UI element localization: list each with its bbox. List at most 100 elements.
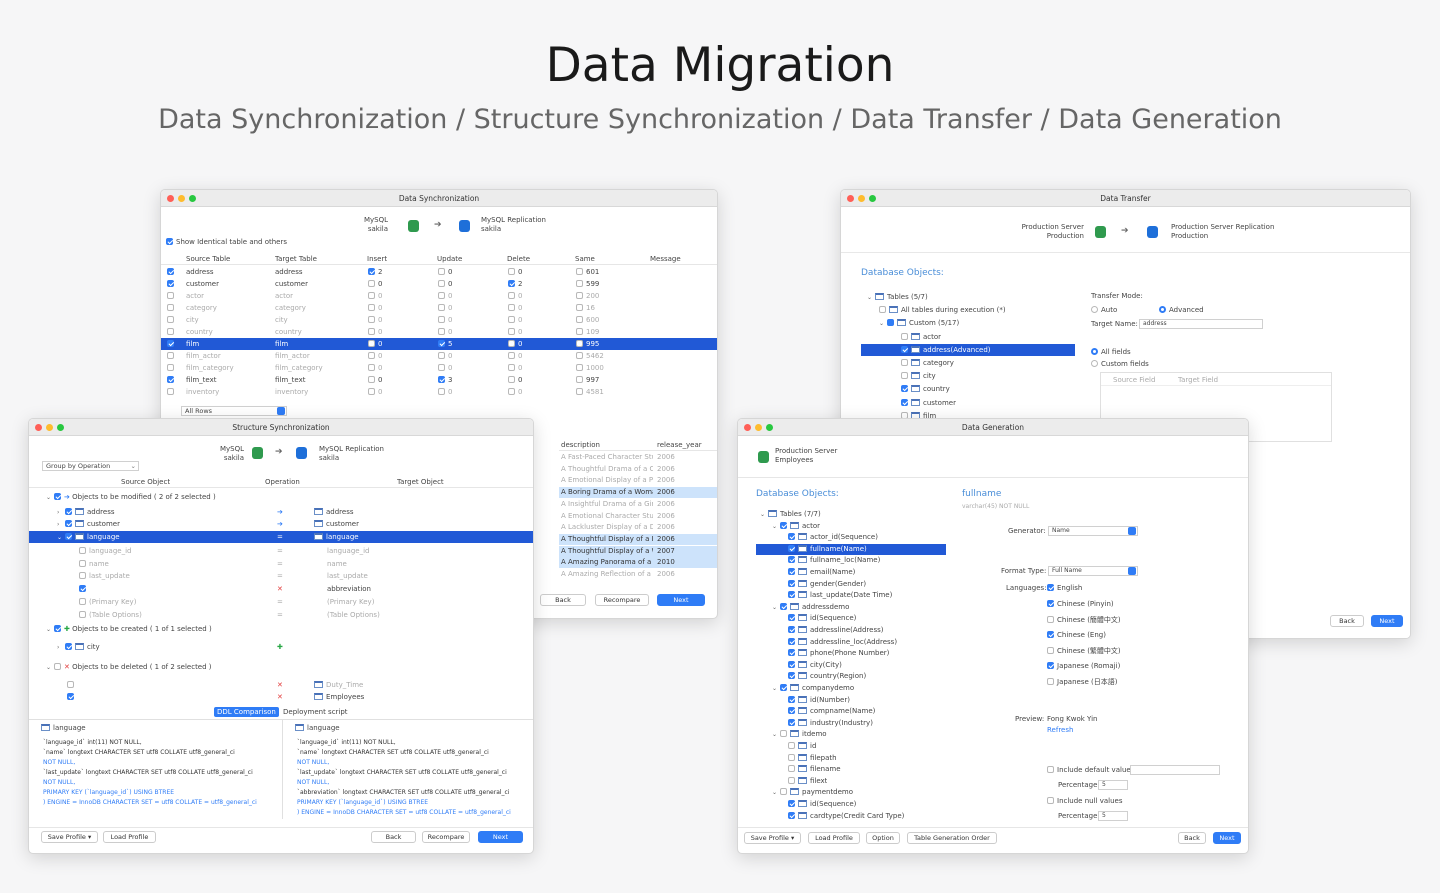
tree-item[interactable]: ⌄ itdemo: [756, 729, 946, 740]
refresh-link[interactable]: Refresh: [1047, 726, 1073, 734]
detail-row[interactable]: A Boring Drama of a Woma 2006: [559, 487, 717, 499]
tree-item[interactable]: addressline_loc(Address): [756, 637, 946, 648]
format-type-select[interactable]: Full Name: [1048, 566, 1138, 576]
tree-item[interactable]: address(Advanced): [861, 343, 1075, 356]
table-generation-order-button[interactable]: Table Generation Order: [907, 832, 997, 844]
tree-item[interactable]: filepath: [756, 753, 946, 764]
tree-row[interactable]: ✕ Employees: [29, 691, 533, 703]
detail-row[interactable]: A Amazing Panorama of a P 2010: [559, 557, 717, 569]
load-profile-button[interactable]: Load Profile: [103, 831, 156, 843]
tree-row[interactable]: › customer ➔ customer: [29, 518, 533, 530]
tree-item[interactable]: actor_id(Sequence): [756, 532, 946, 543]
table-row[interactable]: city city 0 0 0 600: [161, 314, 717, 326]
next-button[interactable]: Next: [1371, 615, 1403, 627]
group-created[interactable]: ⌄ ✚ Objects to be created ( 1 of 1 select…: [29, 623, 533, 635]
include-null-checkbox[interactable]: Include null values: [1047, 797, 1122, 805]
auto-radio[interactable]: Auto: [1091, 306, 1117, 314]
tree-item[interactable]: gender(Gender): [756, 579, 946, 590]
table-row[interactable]: film_actor film_actor 0 0 0 5462: [161, 350, 717, 362]
back-button[interactable]: Back: [1178, 832, 1206, 844]
language-checkbox[interactable]: Chinese (繁體中文): [1047, 646, 1121, 656]
detail-row[interactable]: A Thoughtful Drama of a Cc 2006: [559, 464, 717, 475]
tree-row[interactable]: › city ✚: [29, 641, 533, 653]
table-row[interactable]: country country 0 0 0 109: [161, 326, 717, 338]
deployment-script-tab[interactable]: Deployment script: [283, 707, 348, 717]
table-row[interactable]: film_text film_text 0 3 0 997: [161, 374, 717, 386]
tree-item[interactable]: addressline(Address): [756, 625, 946, 636]
tree-item[interactable]: ⌄ actor: [756, 521, 946, 532]
option-button[interactable]: Option: [866, 832, 900, 844]
tree-item[interactable]: country: [861, 383, 1075, 395]
tree-item[interactable]: id(Sequence): [756, 799, 946, 810]
detail-row[interactable]: A Emotional Character Stud 2006: [559, 511, 717, 522]
next-button[interactable]: Next: [657, 594, 705, 606]
detail-row[interactable]: A Fast-Paced Character Stud 2006: [559, 452, 717, 463]
default-value-input[interactable]: [1130, 765, 1220, 775]
table-row[interactable]: film film 0 5 0 995: [161, 338, 717, 350]
column-row[interactable]: (Table Options) = (Table Options): [29, 609, 533, 621]
generator-select[interactable]: Name: [1048, 526, 1138, 536]
table-row[interactable]: film_category film_category 0 0 0 1000: [161, 362, 717, 374]
percentage-input[interactable]: 5: [1098, 780, 1128, 790]
language-checkbox[interactable]: Chinese (簡體中文): [1047, 615, 1121, 625]
column-row[interactable]: last_update = last_update: [29, 570, 533, 582]
group-modified[interactable]: ⌄ ➔ Objects to be modified ( 2 of 2 selec…: [29, 491, 533, 503]
group-deleted[interactable]: ⌄ ✕ Objects to be deleted ( 1 of 2 select…: [29, 661, 533, 673]
tree-item[interactable]: ⌄ Tables (7/7): [756, 509, 946, 520]
tree-item[interactable]: country(Region): [756, 671, 946, 682]
detail-row[interactable]: A Thoughtful Display of a W 2007: [559, 545, 717, 557]
tree-item[interactable]: filext: [756, 776, 946, 787]
language-checkbox[interactable]: Chinese (Pinyin): [1047, 599, 1114, 608]
tree-item[interactable]: id: [756, 741, 946, 752]
tree-item[interactable]: last_update(Date Time): [756, 590, 946, 601]
custom-fields-radio[interactable]: Custom fields: [1091, 360, 1149, 368]
all-fields-radio[interactable]: All fields: [1091, 348, 1131, 356]
recompare-button[interactable]: Recompare: [422, 831, 470, 843]
table-row[interactable]: customer customer 0 0 2 599: [161, 278, 717, 290]
table-row[interactable]: category category 0 0 0 16: [161, 302, 717, 314]
tree-item[interactable]: ⌄ paymentdemo: [756, 787, 946, 798]
row-filter-select[interactable]: All Rows: [181, 406, 287, 416]
load-profile-button[interactable]: Load Profile: [808, 832, 860, 844]
tree-item[interactable]: category: [861, 357, 1075, 369]
tree-item[interactable]: fullname(Name): [756, 543, 946, 555]
target-name-input[interactable]: address: [1139, 319, 1263, 329]
advanced-radio[interactable]: Advanced: [1159, 306, 1204, 314]
tree-item[interactable]: All tables during execution (*): [861, 304, 1075, 316]
tree-item[interactable]: filename: [756, 764, 946, 775]
tree-item[interactable]: phone(Phone Number): [756, 648, 946, 659]
language-checkbox[interactable]: Chinese (Eng): [1047, 630, 1106, 639]
column-row[interactable]: ✕ abbreviation: [29, 583, 533, 595]
tree-row[interactable]: ✕ Duty_Time: [29, 679, 533, 691]
tree-item[interactable]: customer: [861, 397, 1075, 409]
group-by-select[interactable]: Group by Operation ⌄: [42, 461, 139, 471]
tree-item[interactable]: fullname_loc(Name): [756, 555, 946, 566]
table-row[interactable]: actor actor 0 0 0 200: [161, 290, 717, 302]
tree-item[interactable]: city: [861, 370, 1075, 382]
tree-row[interactable]: › address ➔ address: [29, 506, 533, 518]
back-button[interactable]: Back: [371, 831, 416, 843]
column-row[interactable]: language_id = language_id: [29, 545, 533, 557]
language-checkbox[interactable]: English: [1047, 584, 1082, 592]
detail-row[interactable]: A Lackluster Display of a D 2006: [559, 522, 717, 533]
tree-item[interactable]: id(Sequence): [756, 613, 946, 624]
next-button[interactable]: Next: [478, 831, 523, 843]
tree-item[interactable]: ⌄ Custom (5/17): [861, 317, 1075, 329]
column-row[interactable]: name = name: [29, 558, 533, 570]
back-button[interactable]: Back: [540, 594, 586, 606]
detail-row[interactable]: A Amazing Reflection of a 2006: [559, 569, 717, 580]
save-profile-button[interactable]: Save Profile ▾: [744, 832, 801, 844]
tree-item[interactable]: email(Name): [756, 567, 946, 578]
show-identical-checkbox[interactable]: Show Identical table and others: [166, 238, 287, 246]
tree-item[interactable]: industry(Industry): [756, 718, 946, 729]
tree-row-selected[interactable]: ⌄ language = language: [29, 531, 533, 543]
tree-item[interactable]: actor: [861, 331, 1075, 343]
detail-row[interactable]: A Thoughtful Display of a E 2006: [559, 533, 717, 545]
column-row[interactable]: (Primary Key) = (Primary Key): [29, 596, 533, 608]
percentage-input[interactable]: 5: [1098, 811, 1128, 821]
ddl-comparison-tab[interactable]: DDL Comparison: [214, 707, 279, 717]
save-profile-button[interactable]: Save Profile ▾: [41, 831, 98, 843]
language-checkbox[interactable]: Japanese (日本語): [1047, 677, 1117, 687]
tree-item[interactable]: city(City): [756, 660, 946, 671]
next-button[interactable]: Next: [1213, 832, 1241, 844]
